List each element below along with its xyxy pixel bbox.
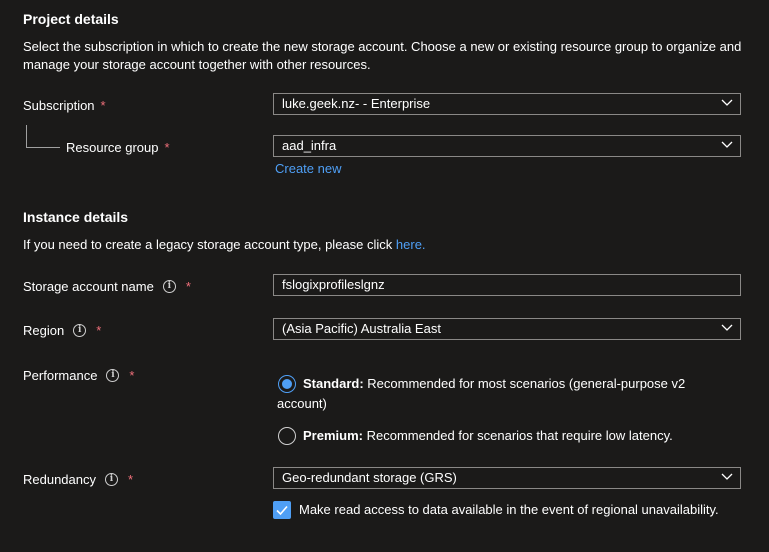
standard-desc: Recommended for most scenarios (general-… (367, 376, 686, 391)
info-icon[interactable]: i (162, 280, 176, 293)
redundancy-label: Redundancy i * (23, 472, 133, 487)
project-details-description: Select the subscription in which to crea… (23, 39, 742, 72)
chevron-down-icon (721, 99, 733, 106)
project-details-heading: Project details (23, 11, 119, 27)
info-icon[interactable]: i (73, 324, 87, 337)
chevron-down-icon (721, 141, 733, 148)
resource-group-label: Resource group * (66, 140, 170, 155)
chevron-down-icon (721, 324, 733, 331)
here-link[interactable]: here. (396, 237, 426, 252)
subscription-label-text: Subscription (23, 98, 95, 113)
region-label: Region i * (23, 323, 101, 338)
required-marker: * (164, 140, 170, 155)
region-label-text: Region (23, 323, 65, 338)
subscription-value: luke.geek.nz- - Enterprise (282, 96, 431, 111)
standard-title: Standard: (303, 376, 364, 391)
storage-name-input[interactable]: fslogixprofileslgnz (273, 274, 741, 296)
region-value: (Asia Pacific) Australia East (282, 321, 441, 336)
redundancy-value: Geo-redundant storage (GRS) (282, 470, 457, 485)
info-icon[interactable]: i (105, 473, 118, 486)
check-icon (276, 505, 288, 516)
required-marker: * (129, 368, 135, 383)
premium-radio[interactable] (278, 427, 296, 445)
premium-option[interactable]: Premium: Recommended for scenarios that … (303, 426, 673, 446)
storage-name-value: fslogixprofileslgnz (282, 277, 385, 292)
instance-details-description: If you need to create a legacy storage a… (23, 236, 426, 254)
standard-radio[interactable] (278, 375, 296, 393)
performance-label: Performance i * (23, 368, 134, 383)
info-icon[interactable]: i (106, 369, 120, 382)
redundancy-label-text: Redundancy (23, 472, 96, 487)
resource-group-dropdown[interactable]: aad_infra (273, 135, 741, 157)
standard-option[interactable]: Standard: Recommended for most scenarios… (303, 374, 685, 394)
redundancy-dropdown[interactable]: Geo-redundant storage (GRS) (273, 467, 741, 489)
premium-desc: Recommended for scenarios that require l… (366, 428, 673, 443)
required-marker: * (100, 98, 106, 113)
resource-group-value: aad_infra (282, 138, 337, 153)
required-marker: * (96, 323, 102, 338)
required-marker: * (128, 472, 134, 487)
instance-details-heading: Instance details (23, 209, 129, 225)
tree-connector (26, 125, 60, 148)
standard-desc-continued: account) (277, 396, 327, 411)
premium-title: Premium: (303, 428, 363, 443)
legacy-text: If you need to create a legacy storage a… (23, 237, 393, 252)
required-marker: * (185, 279, 191, 294)
resource-group-label-text: Resource group (66, 140, 159, 155)
region-dropdown[interactable]: (Asia Pacific) Australia East (273, 318, 741, 340)
subscription-label: Subscription * (23, 98, 106, 113)
chevron-down-icon (721, 473, 733, 480)
subscription-dropdown[interactable]: luke.geek.nz- - Enterprise (273, 93, 741, 115)
performance-label-text: Performance (23, 368, 98, 383)
create-new-link[interactable]: Create new (275, 161, 341, 176)
read-access-checkbox[interactable] (273, 501, 291, 519)
storage-name-label: Storage account name i * (23, 279, 191, 294)
read-access-label: Make read access to data available in th… (299, 502, 719, 517)
storage-name-label-text: Storage account name (23, 279, 154, 294)
